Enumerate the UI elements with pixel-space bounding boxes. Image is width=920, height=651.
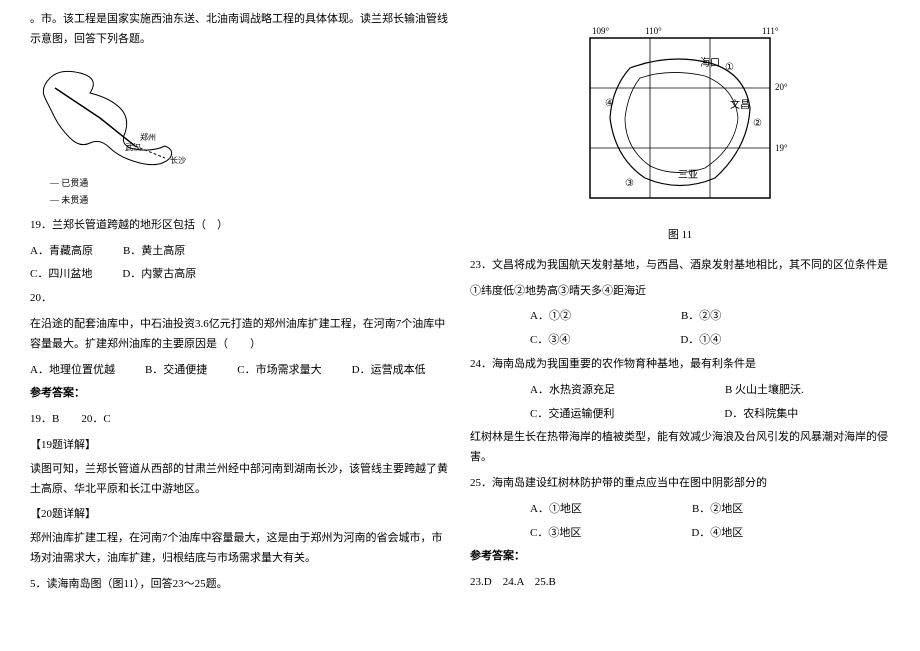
q19-options-row1: A．青藏高原 B．黄土高原 — [30, 242, 450, 262]
mangrove-text: 红树林是生长在热带海岸的植被类型，能有效减少海浪及台风引发的风暴潮对海岸的侵害。 — [470, 428, 890, 468]
svg-text:③: ③ — [625, 178, 634, 189]
detail19-text: 读图可知，兰郑长管道从西部的甘肃兰州经中部河南到湖南长沙，该管线主要跨越了黄土高… — [30, 460, 450, 500]
q20-opt-c: C．市场需求量大 — [237, 361, 321, 381]
svg-text:109°: 109° — [592, 26, 610, 36]
hainan-map: 109° 110° 111° 20° 19° 海口 文昌 三亚 ① ② ③ ④ … — [470, 18, 890, 246]
q24-opt-b: B 火山土壤肥沃. — [725, 381, 804, 401]
q20-opt-d: D．运营成本低 — [352, 361, 426, 381]
q24-opt-d: D．农科院集中 — [724, 405, 798, 425]
q20-text: 在沿途的配套油库中，中石油投资3.6亿元打造的郑州油库扩建工程，在河南7个油库中… — [30, 315, 450, 355]
figure-caption: 图 11 — [470, 226, 890, 246]
intro-text: 。市。该工程是国家实施西油东送、北油南调战略工程的具体体现。读兰郑长输油管线示意… — [30, 10, 450, 50]
q24-opt-a: A．水热资源充足 — [530, 381, 615, 401]
detail19-title: 【19题详解】 — [30, 436, 450, 456]
svg-text:②: ② — [753, 118, 762, 129]
q24-row2: C．交通运输便利 D．农科院集中 — [470, 405, 890, 425]
svg-text:20°: 20° — [775, 82, 788, 92]
q23-row2: C．③④ D．①④ — [470, 331, 890, 351]
svg-text:三亚: 三亚 — [678, 170, 698, 181]
svg-text:①: ① — [725, 62, 734, 73]
q23-opt-b: B．②③ — [681, 307, 721, 327]
q25-row1: A．①地区 B．②地区 — [470, 500, 890, 520]
q25-text: 25．海南岛建设红树林防护带的重点应当中在图中阴影部分的 — [470, 474, 890, 494]
q19-options-row2: C．四川盆地 D．内蒙古高原 — [30, 265, 450, 285]
legend-unconnected: — 未贯通 — [50, 192, 450, 208]
q24-opt-c: C．交通运输便利 — [530, 405, 614, 425]
answer-label-left: 参考答案： — [30, 384, 450, 404]
svg-text:④: ④ — [605, 98, 614, 109]
q23-opt-d: D．①④ — [680, 331, 721, 351]
pipeline-map: 郑州 武汉 长沙 — 已贯通 — 未贯通 — [30, 58, 450, 208]
left-column: 。市。该工程是国家实施西油东送、北油南调战略工程的具体体现。读兰郑长输油管线示意… — [20, 10, 460, 641]
q20-options-row: A．地理位置优越 B．交通便捷 C．市场需求量大 D．运营成本低 — [30, 361, 450, 381]
svg-text:19°: 19° — [775, 143, 788, 153]
q19-opt-c: C．四川盆地 — [30, 265, 92, 285]
q20-num: 20． — [30, 289, 450, 309]
map-svg-right: 109° 110° 111° 20° 19° 海口 文昌 三亚 ① ② ③ ④ — [570, 18, 790, 218]
legend-connected: — 已贯通 — [50, 175, 450, 191]
q19-text: 19．兰郑长管道跨越的地形区包括（ ） — [30, 216, 450, 236]
map-legend: — 已贯通 — 未贯通 — [50, 175, 450, 207]
q24-text: 24．海南岛成为我国重要的农作物育种基地，最有利条件是 — [470, 355, 890, 375]
q23-opt-c: C．③④ — [530, 331, 570, 351]
q23-opts: ①纬度低②地势高③晴天多④距海近 — [470, 282, 890, 302]
q19-opt-a: A．青藏高原 — [30, 242, 93, 262]
svg-text:郑州: 郑州 — [140, 132, 156, 142]
q23-text: 23．文昌将成为我国航天发射基地，与西昌、酒泉发射基地相比，其不同的区位条件是 — [470, 256, 890, 276]
answer-text-left: 19．B 20．C — [30, 410, 450, 430]
answer-text-right: 23.D 24.A 25.B — [470, 573, 890, 593]
q20-opt-b: B．交通便捷 — [145, 361, 207, 381]
map-svg-left: 郑州 武汉 长沙 — [30, 58, 210, 168]
q25-row2: C．③地区 D．④地区 — [470, 524, 890, 544]
right-column: 109° 110° 111° 20° 19° 海口 文昌 三亚 ① ② ③ ④ … — [460, 10, 900, 641]
q23-opt-a: A．①② — [530, 307, 571, 327]
detail20-text: 郑州油库扩建工程，在河南7个油库中容量最大，这是由于郑州为河南的省会城市，市场对… — [30, 529, 450, 569]
q25-opt-a: A．①地区 — [530, 500, 582, 520]
answer-label-right: 参考答案： — [470, 547, 890, 567]
q19-opt-b: B．黄土高原 — [123, 242, 185, 262]
q23-row1: A．①② B．②③ — [470, 307, 890, 327]
svg-text:武汉: 武汉 — [125, 142, 141, 152]
svg-text:长沙: 长沙 — [170, 155, 186, 165]
q25-opt-d: D．④地区 — [691, 524, 743, 544]
q5-text: 5．读海南岛图（图11），回答23～25题。 — [30, 575, 450, 595]
svg-text:文昌: 文昌 — [730, 98, 750, 111]
q24-row1: A．水热资源充足 B 火山土壤肥沃. — [470, 381, 890, 401]
svg-text:110°: 110° — [645, 26, 662, 36]
q25-opt-c: C．③地区 — [530, 524, 581, 544]
svg-text:海口: 海口 — [700, 56, 720, 69]
q20-opt-a: A．地理位置优越 — [30, 361, 115, 381]
q25-opt-b: B．②地区 — [692, 500, 743, 520]
detail20-title: 【20题详解】 — [30, 505, 450, 525]
q19-opt-d: D．内蒙古高原 — [122, 265, 196, 285]
svg-text:111°: 111° — [762, 26, 779, 36]
